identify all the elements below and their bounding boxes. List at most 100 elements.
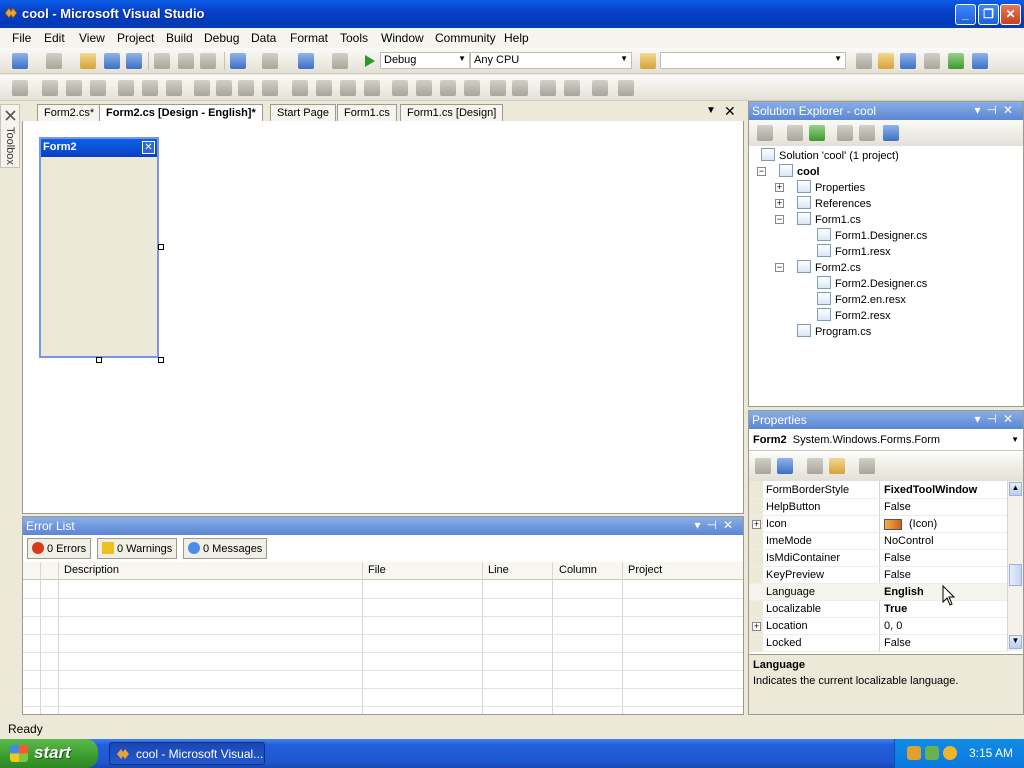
- properties-window-buttons[interactable]: ▾⊣✕: [974, 412, 1019, 426]
- start-button[interactable]: start: [0, 739, 98, 768]
- prop-row[interactable]: + Icon (Icon): [749, 516, 1007, 533]
- tree-project-cool[interactable]: cool: [779, 164, 820, 178]
- align-to-grid-icon[interactable]: [12, 80, 28, 96]
- menu-view[interactable]: View: [79, 31, 105, 45]
- view-class-diagram-icon[interactable]: [883, 125, 899, 141]
- tree-form1-resx[interactable]: Form1.resx: [817, 244, 891, 258]
- tree-form1-designer-cs[interactable]: Form1.Designer.cs: [817, 228, 927, 242]
- center-vertically-icon[interactable]: [512, 80, 528, 96]
- categorized-icon[interactable]: [755, 458, 771, 474]
- object-browser-icon[interactable]: [900, 53, 916, 69]
- solution-explorer-window-buttons[interactable]: ▾⊣✕: [974, 103, 1019, 117]
- lock-controls-icon[interactable]: [592, 80, 608, 96]
- object-selector-combo[interactable]: Form2 System.Windows.Forms.Form ▼: [749, 431, 1023, 451]
- prop-row[interactable]: ImeMode NoControl: [749, 533, 1007, 550]
- menu-community[interactable]: Community: [435, 31, 496, 45]
- warnings-filter-button[interactable]: 0 Warnings: [97, 538, 178, 559]
- tab-start-page[interactable]: Start Page: [270, 104, 336, 122]
- remove-vertical-spacing-icon[interactable]: [464, 80, 480, 96]
- increase-horizontal-spacing-icon[interactable]: [316, 80, 332, 96]
- tree-form2-resx[interactable]: Form2.resx: [817, 308, 891, 322]
- tab-form1-design[interactable]: Form1.cs [Design]: [400, 104, 504, 122]
- tray-icon[interactable]: [925, 746, 939, 760]
- decrease-vertical-spacing-icon[interactable]: [440, 80, 456, 96]
- make-same-height-icon[interactable]: [238, 80, 254, 96]
- cut-icon[interactable]: [154, 53, 170, 69]
- tree-program-cs[interactable]: Program.cs: [797, 324, 871, 338]
- tab-dropdown-icon[interactable]: ▼: [706, 105, 716, 116]
- navigate-forward-icon[interactable]: [332, 53, 348, 69]
- messages-filter-button[interactable]: 0 Messages: [183, 538, 268, 559]
- menu-help[interactable]: Help: [504, 31, 529, 45]
- start-debugging-icon[interactable]: [364, 54, 376, 68]
- add-item-icon[interactable]: [46, 53, 62, 69]
- expand-icon[interactable]: +: [775, 183, 784, 192]
- expand-icon[interactable]: +: [752, 520, 761, 529]
- col-column[interactable]: Column: [559, 564, 597, 576]
- tree-form2-en-resx[interactable]: Form2.en.resx: [817, 292, 906, 306]
- resize-handle-right[interactable]: [158, 244, 164, 250]
- prop-row[interactable]: HelpButton False: [749, 499, 1007, 516]
- menu-format[interactable]: Format: [290, 31, 328, 45]
- collapse-icon[interactable]: −: [757, 167, 766, 176]
- horizontal-spacing-icon[interactable]: [292, 80, 308, 96]
- tab-form1-cs[interactable]: Form1.cs: [337, 104, 397, 122]
- solution-platform-combo[interactable]: Any CPU ▼: [470, 52, 632, 69]
- tree-properties[interactable]: Properties: [797, 180, 865, 194]
- menu-project[interactable]: Project: [117, 31, 154, 45]
- make-same-size-icon[interactable]: [262, 80, 278, 96]
- paste-icon[interactable]: [200, 53, 216, 69]
- command-window-icon[interactable]: [972, 53, 988, 69]
- prop-row-selected[interactable]: Language English: [749, 584, 1007, 601]
- tree-form2-designer-cs[interactable]: Form2.Designer.cs: [817, 276, 927, 290]
- menu-edit[interactable]: Edit: [44, 31, 65, 45]
- redo-icon[interactable]: [262, 53, 278, 69]
- menu-window[interactable]: Window: [381, 31, 424, 45]
- menu-tools[interactable]: Tools: [340, 31, 368, 45]
- new-project-icon[interactable]: [12, 53, 28, 69]
- property-pages-icon[interactable]: [859, 458, 875, 474]
- tab-form2-cs[interactable]: Form2.cs*: [37, 104, 102, 122]
- decrease-horizontal-spacing-icon[interactable]: [340, 80, 356, 96]
- menu-file[interactable]: File: [12, 31, 31, 45]
- increase-vertical-spacing-icon[interactable]: [416, 80, 432, 96]
- events-lightning-icon[interactable]: [829, 458, 845, 474]
- errors-filter-button[interactable]: 0 Errors: [27, 538, 92, 559]
- navigate-backward-icon[interactable]: [298, 53, 314, 69]
- maximize-button[interactable]: ❐: [978, 4, 999, 25]
- expand-icon[interactable]: +: [752, 622, 761, 631]
- tab-form2-design-english[interactable]: Form2.cs [Design - English]*: [99, 104, 263, 122]
- save-icon[interactable]: [104, 53, 120, 69]
- scroll-thumb[interactable]: [1009, 564, 1022, 586]
- find-in-files-icon[interactable]: [640, 53, 656, 69]
- open-file-icon[interactable]: [80, 53, 96, 69]
- menu-debug[interactable]: Debug: [204, 31, 239, 45]
- tree-references[interactable]: References: [797, 196, 871, 210]
- properties-view-icon[interactable]: [807, 458, 823, 474]
- form2-design[interactable]: Form2 ✕: [39, 137, 159, 358]
- tree-form1-cs[interactable]: Form1.cs: [797, 212, 861, 226]
- align-centers-icon[interactable]: [66, 80, 82, 96]
- align-middles-icon[interactable]: [142, 80, 158, 96]
- undo-icon[interactable]: [230, 53, 246, 69]
- minimize-button[interactable]: _: [955, 4, 976, 25]
- toolbox-icon[interactable]: [924, 53, 940, 69]
- prop-row[interactable]: Localizable True: [749, 601, 1007, 618]
- tree-solution[interactable]: Solution 'cool' (1 project): [761, 148, 899, 162]
- find-combo[interactable]: ▼: [660, 52, 846, 69]
- collapse-icon[interactable]: −: [775, 263, 784, 272]
- align-lefts-icon[interactable]: [42, 80, 58, 96]
- view-code-icon[interactable]: [837, 125, 853, 141]
- menu-build[interactable]: Build: [166, 31, 193, 45]
- center-horizontally-icon[interactable]: [490, 80, 506, 96]
- col-description[interactable]: Description: [64, 564, 119, 576]
- prop-row[interactable]: Locked False: [749, 635, 1007, 652]
- save-all-icon[interactable]: [126, 53, 142, 69]
- solution-configuration-combo[interactable]: Debug ▼: [380, 52, 470, 69]
- properties-scrollbar[interactable]: ▲ ▼: [1007, 481, 1023, 651]
- properties-icon[interactable]: [757, 125, 773, 141]
- tab-order-icon[interactable]: [618, 80, 634, 96]
- align-bottoms-icon[interactable]: [166, 80, 182, 96]
- search-icon[interactable]: [943, 746, 957, 760]
- prop-row[interactable]: KeyPreview False: [749, 567, 1007, 584]
